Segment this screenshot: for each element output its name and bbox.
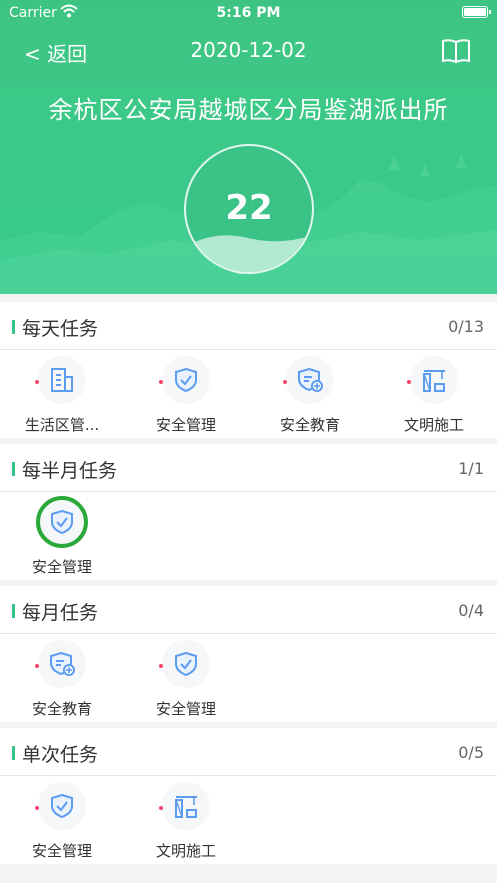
section-title: 单次任务 [22, 744, 99, 766]
station-title: 余杭区公安局越城区分局鉴湖派出所 [48, 96, 449, 124]
section-one-time: 单次任务 0/5 安全管理 文明施工 [0, 728, 497, 864]
section-progress: 0/13 [448, 317, 484, 336]
task-label: 安全管理 [31, 842, 92, 860]
section-accent-bar [12, 320, 15, 334]
task-label: 生活区管... [24, 416, 100, 434]
task-item-safety-management[interactable]: 安全管理 [124, 350, 248, 442]
unread-dot [159, 664, 163, 668]
task-label: 安全管理 [155, 700, 216, 718]
task-label: 安全教育 [31, 700, 92, 718]
task-item-safety-education[interactable]: 安全教育 [248, 350, 372, 442]
section-title: 每天任务 [22, 318, 99, 340]
task-label: 安全管理 [155, 416, 216, 434]
unread-dot [159, 806, 163, 810]
task-label: 文明施工 [403, 416, 464, 434]
battery-icon [462, 6, 491, 18]
shield-plus-icon [298, 367, 323, 392]
section-semimonthly: 每半月任务 1/1 安全管理 [0, 444, 497, 580]
status-bar: Carrier 5:16 PM [0, 0, 497, 26]
task-item-living-area[interactable]: 生活区管... [0, 350, 124, 442]
section-daily: 每天任务 0/13 生活区管... 安全管理 安全教育 文明施工 [0, 302, 497, 438]
unread-dot [35, 664, 39, 668]
unread-dot [35, 380, 39, 384]
section-progress: 0/5 [458, 743, 484, 762]
progress-circle: 22 [184, 144, 314, 274]
shield-check-icon [175, 651, 197, 677]
building-icon [51, 368, 73, 392]
navbar: < 返回 2020-12-02 [0, 26, 497, 76]
section-progress: 1/1 [458, 459, 484, 478]
section-accent-bar [12, 462, 15, 476]
status-time: 5:16 PM [216, 5, 281, 21]
section-title: 每半月任务 [22, 460, 118, 482]
section-progress: 0/4 [458, 601, 484, 620]
shield-check-icon [51, 793, 73, 819]
unread-dot [35, 806, 39, 810]
task-label: 安全管理 [31, 558, 92, 576]
section-accent-bar [12, 604, 15, 618]
section-title: 每月任务 [22, 602, 99, 624]
task-item-safety-management[interactable]: 安全管理 [0, 776, 124, 868]
completed-ring [36, 496, 88, 548]
task-item-civilized-construction[interactable]: 文明施工 [124, 776, 248, 868]
task-item-civilized-construction[interactable]: 文明施工 [372, 350, 496, 442]
task-item-safety-management[interactable]: 安全管理 [124, 634, 248, 726]
task-count: 22 [225, 188, 273, 228]
crane-icon [175, 796, 197, 818]
header: Carrier 5:16 PM < 返回 2020-12-02 余杭区公安局越城… [0, 0, 497, 294]
section-monthly: 每月任务 0/4 安全教育 安全管理 [0, 586, 497, 722]
section-accent-bar [12, 746, 15, 760]
shield-check-icon [175, 367, 197, 393]
unread-dot [283, 380, 287, 384]
crane-icon [423, 370, 445, 392]
task-item-safety-management-done[interactable]: 安全管理 [0, 492, 124, 584]
task-label: 安全教育 [279, 416, 340, 434]
task-label: 文明施工 [155, 842, 216, 860]
unread-dot [407, 380, 411, 384]
book-icon[interactable] [441, 38, 471, 64]
nav-date-title: 2020-12-02 [190, 38, 307, 62]
shield-plus-icon [50, 651, 75, 676]
task-item-safety-education[interactable]: 安全教育 [0, 634, 124, 726]
unread-dot [159, 380, 163, 384]
